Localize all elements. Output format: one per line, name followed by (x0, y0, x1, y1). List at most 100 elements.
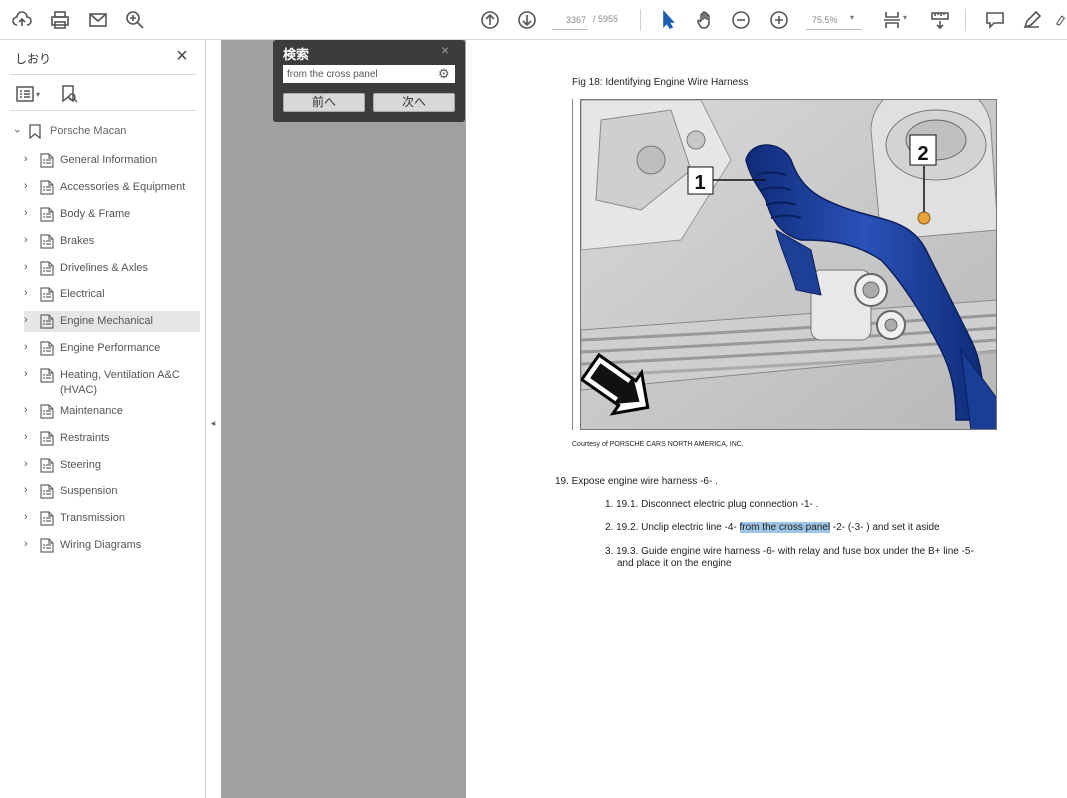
bookmark-item-label: Accessories & Equipment (60, 181, 186, 193)
comment-icon[interactable] (983, 8, 1007, 32)
toolbar-divider (640, 9, 641, 31)
chevron-right-icon[interactable]: › (24, 538, 38, 550)
procedure-step: 19. Expose engine wire harness -6- . (555, 476, 718, 487)
bookmark-item[interactable]: › Engine Mechanical (24, 311, 200, 332)
bookmark-item[interactable]: › Suspension (24, 481, 200, 502)
engine-figure: 2 1 (580, 99, 997, 430)
bookmark-item-label: Steering (60, 459, 101, 471)
bookmark-root-label: Porsche Macan (50, 125, 127, 137)
bookmark-item[interactable]: › Steering (24, 455, 200, 476)
chevron-down-icon[interactable]: › (11, 124, 23, 138)
bookmark-item-label: Engine Performance (60, 342, 161, 354)
print-icon[interactable] (48, 8, 72, 32)
bookmark-item[interactable]: › Wiring Diagrams (24, 535, 200, 556)
chevron-right-icon[interactable]: › (24, 458, 38, 470)
chevron-right-icon[interactable]: › (24, 207, 38, 219)
chevron-right-icon[interactable]: › (24, 180, 38, 192)
close-icon[interactable]: × (441, 42, 449, 58)
bookmark-item-label: General Information (60, 154, 158, 166)
page-number-input[interactable] (552, 11, 588, 30)
find-title: 検索 (283, 47, 310, 62)
options-menu-button[interactable]: ▾ (16, 84, 40, 104)
bookmark-item-label: Brakes (60, 235, 95, 247)
find-previous-button[interactable]: 前へ (283, 93, 365, 112)
bookmark-item[interactable]: › Transmission (24, 508, 200, 529)
cloud-upload-icon[interactable] (10, 8, 34, 32)
figure-caption: Fig 18: Identifying Engine Wire Harness (572, 77, 749, 88)
zoom-in-icon[interactable] (767, 8, 791, 32)
bookmark-page-icon (40, 261, 54, 276)
zoom-dropdown-icon[interactable]: ▾ (850, 13, 854, 22)
bookmark-item-label: Maintenance (60, 405, 123, 417)
chevron-right-icon[interactable]: › (24, 484, 38, 496)
measure-icon[interactable] (928, 8, 952, 32)
select-cursor-icon[interactable] (656, 8, 680, 32)
fit-page-icon[interactable] (880, 8, 904, 32)
bookmark-page-icon (40, 404, 54, 419)
chevron-right-icon[interactable]: › (24, 153, 38, 165)
chevron-right-icon[interactable]: › (24, 287, 38, 299)
bookmark-item[interactable]: › Restraints (24, 428, 200, 449)
find-next-button[interactable]: 次へ (373, 93, 455, 112)
page-total: / 5955 (593, 14, 619, 24)
bookmark-item[interactable]: › Heating, Ventilation A&C (HVAC) (24, 365, 200, 401)
chevron-right-icon[interactable]: › (24, 261, 38, 273)
bookmark-item[interactable]: › Brakes (24, 231, 200, 252)
gear-icon[interactable]: ⚙ (438, 66, 450, 82)
bookmark-item-label: Wiring Diagrams (60, 539, 142, 551)
bookmark-item[interactable]: › Maintenance (24, 401, 200, 422)
document-background (221, 40, 466, 798)
arrow-down-icon[interactable] (515, 8, 539, 32)
chevron-right-icon[interactable]: › (24, 234, 38, 246)
bookmarks-panel: しおり × ▾ › Porsche Macan › General Informa… (0, 40, 206, 798)
bookmark-item[interactable]: › Electrical (24, 284, 200, 305)
bookmark-item-label: Transmission (60, 512, 125, 524)
sub-step-3: 3. 19.3. Guide engine wire harness -6- w… (605, 546, 995, 570)
highlight-icon[interactable] (1054, 8, 1067, 32)
bookmark-page-icon (40, 234, 54, 249)
search-icon[interactable] (123, 8, 147, 32)
bookmark-search-icon[interactable] (60, 84, 78, 104)
bookmark-root[interactable]: › Porsche Macan (10, 121, 126, 141)
bookmark-page-icon (40, 484, 54, 499)
sub-step-2-tail: -2- (-3- ) and set it aside (830, 522, 940, 533)
chevron-right-icon[interactable]: › (24, 431, 38, 443)
chevron-right-icon[interactable]: › (24, 368, 38, 380)
chevron-right-icon[interactable]: › (24, 404, 38, 416)
bookmark-item[interactable]: › General Information (24, 150, 200, 171)
bookmark-item[interactable]: › Body & Frame (24, 204, 200, 225)
bookmark-page-icon (40, 153, 54, 168)
bookmark-page-icon (40, 180, 54, 195)
arrow-up-icon[interactable] (478, 8, 502, 32)
callout-2: 2 (917, 143, 928, 165)
figure-credit: Courtesy of PORSCHE CARS NORTH AMERICA, … (572, 441, 744, 448)
sub-step-3-line-2: and place it on the engine (617, 558, 732, 569)
chevron-right-icon[interactable]: › (24, 314, 38, 326)
bookmark-page-icon (40, 314, 54, 329)
pen-icon[interactable] (1020, 8, 1044, 32)
close-icon[interactable]: × (172, 46, 192, 66)
bookmark-icon (28, 123, 42, 139)
zoom-out-icon[interactable] (729, 8, 753, 32)
bookmark-page-icon (40, 207, 54, 222)
bookmark-item-label: Heating, Ventilation A&C (HVAC) (60, 369, 180, 396)
mail-icon[interactable] (86, 8, 110, 32)
bookmark-page-icon (40, 341, 54, 356)
bookmark-item[interactable]: › Engine Performance (24, 338, 200, 359)
collapse-panel-icon[interactable]: ◂ (207, 413, 219, 433)
chevron-right-icon[interactable]: › (24, 511, 38, 523)
bookmark-page-icon (40, 431, 54, 446)
chevron-right-icon[interactable]: › (24, 341, 38, 353)
bookmark-item[interactable]: › Accessories & Equipment (24, 177, 200, 198)
bookmark-page-icon (40, 368, 54, 383)
hand-icon[interactable] (693, 8, 717, 32)
fit-dropdown-icon[interactable]: ▾ (903, 13, 907, 22)
callout-1: 1 (694, 172, 705, 194)
bookmark-item-label: Suspension (60, 485, 118, 497)
find-input[interactable] (283, 65, 455, 83)
sub-step-1: 1. 19.1. Disconnect electric plug connec… (605, 499, 819, 510)
bookmark-item[interactable]: › Drivelines & Axles (24, 258, 200, 279)
bookmark-item-label: Body & Frame (60, 208, 131, 220)
bookmark-page-icon (40, 511, 54, 526)
panel-divider (10, 110, 196, 111)
